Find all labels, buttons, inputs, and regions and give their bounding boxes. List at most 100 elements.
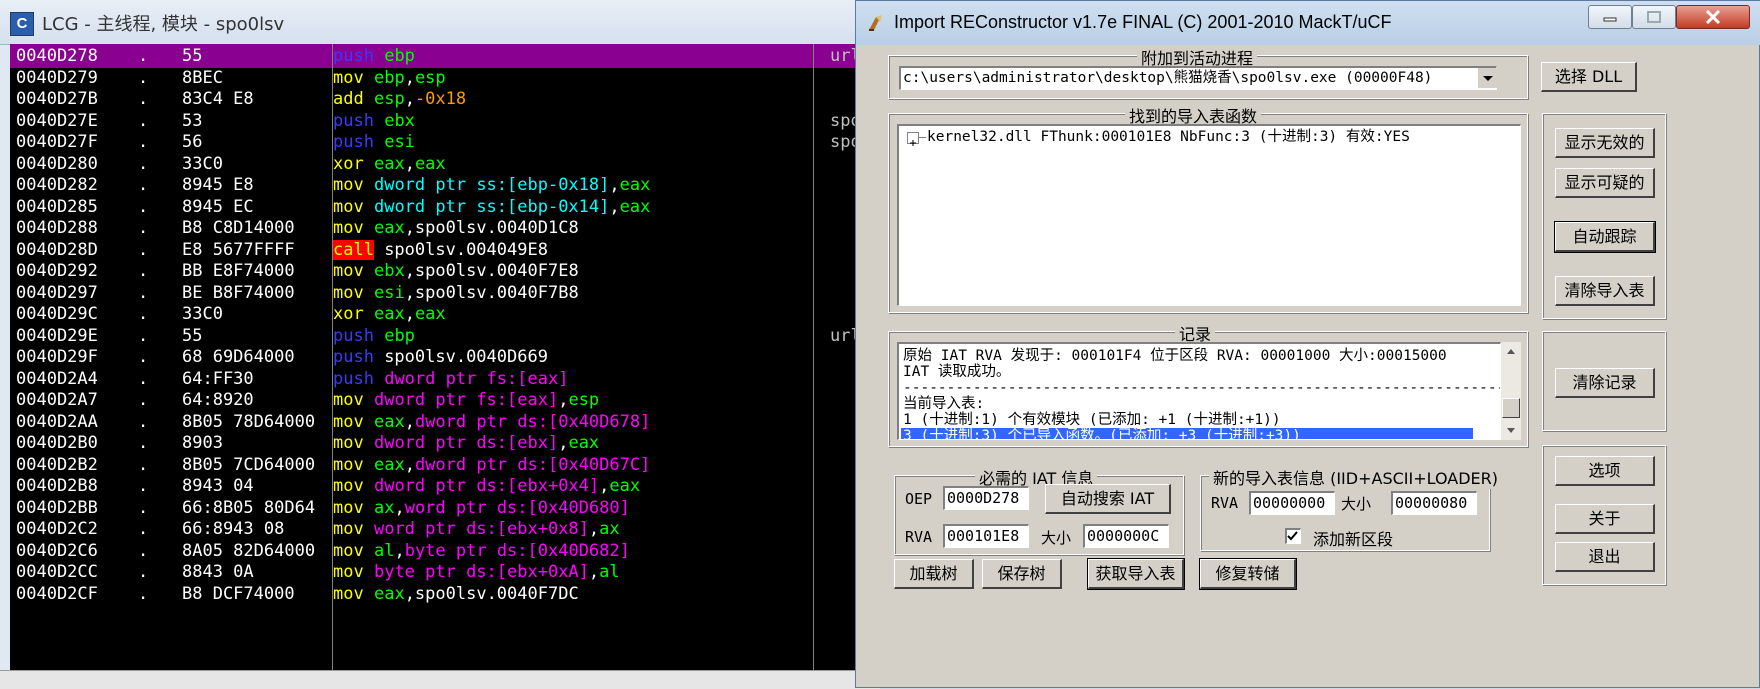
size-field[interactable]: 0000000C <box>1083 524 1169 548</box>
load-tree-button[interactable]: 加载树 <box>894 559 974 589</box>
disasm-marker: . <box>138 433 149 453</box>
new-import-info-group: 新的导入表信息 (IID+ASCII+LOADER) RVA 00000000 … <box>1200 465 1503 551</box>
disasm-instruction: mov esi,spo0lsv.0040F7B8 <box>333 281 813 305</box>
about-button[interactable]: 关于 <box>1555 504 1655 534</box>
disasm-row[interactable]: 0040D2A4 64:FF30. push dword ptr fs:[eax] <box>10 367 880 391</box>
clear-imports-button[interactable]: 清除导入表 <box>1555 276 1655 306</box>
instruction-token: al <box>599 562 620 582</box>
tree-expand-icon[interactable] <box>907 132 919 146</box>
instruction-token: , <box>394 497 405 518</box>
disasm-row[interactable]: 0040D27E 53. push ebx spo <box>10 109 880 133</box>
disasm-row[interactable]: 0040D2C2 66:8943 08. mov word ptr ds:[ebx+… <box>10 517 880 541</box>
disasm-row[interactable]: 0040D2B0 8903. mov dword ptr ds:[ebx],eax <box>10 431 880 455</box>
disasm-marker: . <box>138 153 149 174</box>
instruction-token <box>374 369 384 389</box>
disasm-marker: . <box>138 261 149 281</box>
disasm-row[interactable]: 0040D2B2 8B05 7CD64000. mov eax,dword ptr … <box>10 453 880 477</box>
show-suspect-button[interactable]: 显示可疑的 <box>1555 168 1655 198</box>
process-select[interactable]: c:\users\administrator\desktop\熊猫烧香\spo0… <box>899 66 1497 90</box>
disasm-address: 0040D288 <box>16 218 98 238</box>
disasm-instruction: push ebp <box>333 44 813 68</box>
add-section-label: 添加新区段 <box>1313 530 1394 549</box>
import-tree-item[interactable]: kernel32.dll FThunk:000101E8 NbFunc:3 (十… <box>927 129 1410 145</box>
disasm-row[interactable]: 0040D279 8BEC. mov ebp,esp <box>10 66 880 90</box>
disasm-row[interactable]: 0040D278 55. push ebp url <box>10 44 880 68</box>
disasm-marker: . <box>138 411 149 432</box>
disasm-row[interactable]: 0040D285 8945 EC. mov dword ptr ss:[ebp-0x… <box>10 195 880 219</box>
new-size-field[interactable]: 00000080 <box>1391 491 1477 515</box>
disasm-bytes: 68 69D64000 <box>182 347 295 367</box>
disasm-row[interactable]: 0040D27F 56. push esi spo <box>10 130 880 154</box>
process-dropdown-button[interactable] <box>1477 68 1498 88</box>
disasm-row[interactable]: 0040D29C 33C0. xor eax,eax <box>10 302 880 326</box>
disasm-row[interactable]: 0040D288 B8 C8D14000. mov eax,spo0lsv.0040… <box>10 216 880 240</box>
importrec-titlebar[interactable]: Import REConstructor v1.7e FINAL (C) 200… <box>856 1 1760 45</box>
instruction-token: , <box>588 562 600 582</box>
instruction-token: mov <box>333 540 364 561</box>
instruction-token: eax <box>414 153 446 174</box>
disasm-row[interactable]: 0040D29F 68 69D64000. push spo0lsv.0040D66… <box>10 345 880 369</box>
instruction-token <box>364 261 374 281</box>
get-imports-button[interactable]: 获取导入表 <box>1087 558 1185 590</box>
disasm-row[interactable]: 0040D2AA 8B05 78D64000. mov eax,dword ptr … <box>10 410 880 434</box>
iat-autosearch-button[interactable]: 自动搜索 IAT <box>1045 484 1171 514</box>
instruction-token <box>364 584 374 604</box>
disasm-row[interactable]: 0040D280 33C0. xor eax,eax <box>10 152 880 176</box>
save-tree-button[interactable]: 保存树 <box>982 559 1062 589</box>
instruction-token: eax <box>609 476 641 496</box>
disasm-row[interactable]: 0040D28D E8 5677FFFF. call spo0lsv.004049E… <box>10 238 880 262</box>
instruction-token: al <box>373 540 395 561</box>
rva-field[interactable]: 000101E8 <box>943 524 1029 548</box>
disassembly-pane[interactable]: 0040D278 55. push ebp url 0040D279 8BEC. mov e… <box>10 44 880 670</box>
disasm-row[interactable]: 0040D27B 83C4 E8. add esp,-0x18 <box>10 87 880 111</box>
oep-field[interactable]: 0000D278 <box>943 486 1029 510</box>
instruction-token: ebp <box>384 325 415 346</box>
disasm-row[interactable]: 0040D29E 55. push ebp url <box>10 324 880 348</box>
disasm-instruction: xor eax,eax <box>333 302 813 326</box>
disasm-instruction: mov ebx,spo0lsv.0040F7E8 <box>333 259 813 283</box>
minimize-button[interactable] <box>1588 5 1632 29</box>
fix-dump-button[interactable]: 修复转储 <box>1199 558 1297 590</box>
disasm-row[interactable]: 0040D2CC 8843 0A. mov byte ptr ds:[ebx+0xA… <box>10 560 880 584</box>
instruction-token: dword ptr ds:[ebx+0x4] <box>373 476 600 496</box>
instruction-token: push <box>333 325 374 346</box>
maximize-button[interactable] <box>1632 5 1676 29</box>
disasm-row[interactable]: 0040D282 8945 E8. mov dword ptr ss:[ebp-0x… <box>10 173 880 197</box>
disasm-row[interactable]: 0040D2CF B8 DCF74000. mov eax,spo0lsv.0040… <box>10 582 880 606</box>
instruction-token: , <box>558 433 569 453</box>
auto-trace-button[interactable]: 自动跟踪 <box>1554 221 1656 253</box>
disasm-row[interactable]: 0040D2A7 64:8920. mov dword ptr fs:[eax],e… <box>10 388 880 412</box>
disasm-row[interactable]: 0040D2C6 8A05 82D64000. mov al,byte ptr ds… <box>10 539 880 563</box>
instruction-token: dword ptr fs:[eax] <box>384 368 569 389</box>
new-rva-field[interactable]: 00000000 <box>1249 491 1335 515</box>
log-list[interactable]: 原始 IAT RVA 发现于: 000101F4 位于区段 RVA: 00001… <box>897 342 1501 440</box>
pick-dll-button[interactable]: 选择 DLL <box>1541 62 1637 92</box>
debugger-titlebar[interactable]: C LCG - 主线程, 模块 - spo0lsv <box>0 0 880 45</box>
show-invalid-button[interactable]: 显示无效的 <box>1555 128 1655 158</box>
instruction-token: , <box>394 540 405 561</box>
disasm-row[interactable]: 0040D2BB 66:8B05 80D64. mov ax,word ptr ds… <box>10 496 880 520</box>
import-tree[interactable]: kernel32.dll FThunk:000101E8 NbFunc:3 (十… <box>897 124 1521 306</box>
add-section-checkbox[interactable] <box>1285 528 1301 544</box>
disasm-row[interactable]: 0040D292 BB E8F74000. mov ebx,spo0lsv.0040… <box>10 259 880 283</box>
options-button[interactable]: 选项 <box>1555 456 1655 486</box>
instruction-token: , <box>404 304 415 324</box>
log-scrollbar[interactable] <box>1501 342 1521 440</box>
instruction-token <box>364 175 374 195</box>
clear-log-button[interactable]: 清除记录 <box>1555 368 1655 398</box>
close-button[interactable] <box>1676 5 1750 29</box>
disasm-address: 0040D29F <box>16 347 98 367</box>
chevron-down-icon[interactable] <box>1501 422 1521 438</box>
disasm-marker: . <box>138 304 149 324</box>
instruction-token: push <box>333 347 374 367</box>
disasm-row[interactable]: 0040D297 BE B8F74000. mov esi,spo0lsv.0040… <box>10 281 880 305</box>
exit-button[interactable]: 退出 <box>1555 542 1655 572</box>
disasm-marker: . <box>138 454 149 475</box>
log-scroll-thumb[interactable] <box>1502 398 1520 418</box>
instruction-token: word ptr ds:[ebx+0x8] <box>373 519 589 539</box>
disasm-bytes: 55 <box>122 44 332 68</box>
disasm-row[interactable]: 0040D2B8 8943 04. mov dword ptr ds:[ebx+0x… <box>10 474 880 498</box>
disasm-bytes: 8943 04 <box>182 476 254 496</box>
disasm-instruction: mov dword ptr ss:[ebp-0x18],eax <box>333 173 813 197</box>
chevron-up-icon[interactable] <box>1501 344 1521 360</box>
